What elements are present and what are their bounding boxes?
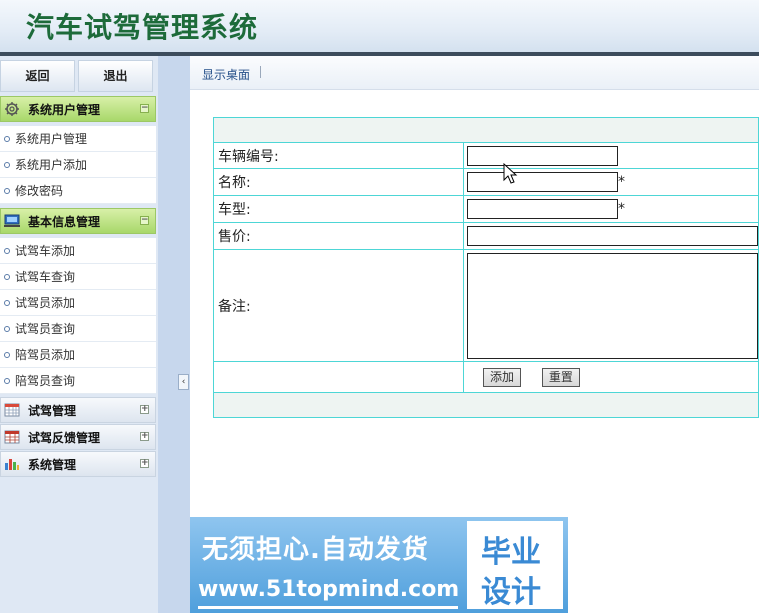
- form-row-name: 名称: *: [213, 168, 759, 196]
- sidebar-splitter[interactable]: [158, 56, 190, 613]
- remark-textarea[interactable]: [467, 253, 758, 359]
- tab-separator: [260, 66, 261, 78]
- tab-show-desktop[interactable]: 显示桌面: [202, 66, 250, 83]
- group-label: 系统用户管理: [28, 103, 101, 117]
- calendar-icon: [4, 403, 20, 417]
- bullet-icon: [4, 188, 10, 194]
- expand-toggle-icon[interactable]: +: [140, 459, 149, 468]
- menu-item-test-driver-add[interactable]: 试驾员添加: [0, 290, 156, 316]
- menu-item-label: 试驾车添加: [15, 244, 76, 258]
- ad-banner[interactable]: 无须担心.自动发货 www.51topmind.com 毕业 设计: [190, 517, 568, 613]
- bullet-icon: [4, 274, 10, 280]
- menu-item-label: 试驾车查询: [15, 270, 76, 284]
- ad-logo-box: 毕业 设计: [467, 521, 563, 610]
- menu-item-change-password[interactable]: 修改密码: [0, 178, 156, 204]
- form-row-remark: 备注:: [213, 249, 759, 362]
- form-header-band: [213, 117, 759, 143]
- gear-icon: [5, 102, 19, 116]
- price-input[interactable]: [467, 226, 758, 246]
- form-row-model: 车型: *: [213, 195, 759, 223]
- form-footer-band: [213, 392, 759, 418]
- sidebar-top-buttons: 返回 退出: [0, 60, 156, 92]
- form-row-price: 售价:: [213, 222, 759, 250]
- group-label: 试驾管理: [28, 404, 77, 418]
- group-label: 试驾反馈管理: [28, 431, 101, 445]
- group-system-manage[interactable]: 系统管理 +: [0, 451, 156, 477]
- group-system-users[interactable]: 系统用户管理 −: [0, 96, 156, 122]
- menu-item-label: 试驾员查询: [15, 322, 76, 336]
- sidebar: 返回 退出 系统用户管理 − 系统用户管理 系统用户添加 修改密码 基本信息管理…: [0, 56, 158, 613]
- menu-item-escort-add[interactable]: 陪驾员添加: [0, 342, 156, 368]
- car-add-form: 车辆编号: 名称: * 车型: * 售价: 备注: 添加 重置: [213, 117, 759, 418]
- app-title: 汽车试驾管理系统: [26, 11, 259, 44]
- group-test-feedback[interactable]: 试驾反馈管理 +: [0, 424, 156, 450]
- app-header: 汽车试驾管理系统: [0, 0, 759, 52]
- menu-item-escort-query[interactable]: 陪驾员查询: [0, 368, 156, 394]
- ad-slogan: 无须担心.自动发货: [202, 535, 429, 565]
- field-label: 名称:: [213, 168, 464, 196]
- table-icon: [4, 430, 20, 444]
- menu-item-label: 系统用户管理: [15, 132, 88, 146]
- name-input[interactable]: [467, 172, 618, 192]
- group-label: 系统管理: [28, 458, 77, 472]
- group-basic-info[interactable]: 基本信息管理 −: [0, 208, 156, 234]
- back-button[interactable]: 返回: [0, 60, 75, 92]
- model-input[interactable]: [467, 199, 618, 219]
- form-row-car-number: 车辆编号:: [213, 142, 759, 169]
- required-mark: *: [618, 174, 625, 190]
- menu-item-system-user-manage[interactable]: 系统用户管理: [0, 126, 156, 152]
- menu-item-test-car-add[interactable]: 试驾车添加: [0, 238, 156, 264]
- menu-item-label: 修改密码: [15, 184, 64, 198]
- bullet-icon: [4, 136, 10, 142]
- collapse-toggle-icon[interactable]: −: [140, 216, 149, 225]
- group-test-drive[interactable]: 试驾管理 +: [0, 397, 156, 423]
- ad-logo-line2: 设计: [481, 575, 541, 610]
- bullet-icon: [4, 248, 10, 254]
- monitor-icon: [4, 214, 20, 227]
- reset-button[interactable]: 重置: [541, 367, 580, 387]
- add-button[interactable]: 添加: [483, 367, 522, 387]
- menu-item-test-car-query[interactable]: 试驾车查询: [0, 264, 156, 290]
- collapse-sidebar-icon[interactable]: ‹: [178, 374, 189, 390]
- bullet-icon: [4, 300, 10, 306]
- tab-bar: 显示桌面: [190, 56, 759, 90]
- collapse-toggle-icon[interactable]: −: [140, 104, 149, 113]
- ad-logo-line1: 毕业: [481, 535, 541, 570]
- exit-button[interactable]: 退出: [78, 60, 153, 92]
- menu-item-label: 陪驾员查询: [15, 374, 76, 388]
- field-label: 车辆编号:: [213, 142, 464, 169]
- menu-item-label: 系统用户添加: [15, 158, 88, 172]
- menu-item-label: 陪驾员添加: [15, 348, 76, 362]
- expand-toggle-icon[interactable]: +: [140, 405, 149, 414]
- menu-item-test-driver-query[interactable]: 试驾员查询: [0, 316, 156, 342]
- menu-item-system-user-add[interactable]: 系统用户添加: [0, 152, 156, 178]
- bullet-icon: [4, 162, 10, 168]
- group-label: 基本信息管理: [28, 215, 101, 229]
- field-label: 售价:: [213, 222, 464, 250]
- field-label: 车型:: [213, 195, 464, 223]
- expand-toggle-icon[interactable]: +: [140, 432, 149, 441]
- chart-icon: [5, 459, 19, 470]
- bullet-icon: [4, 352, 10, 358]
- menu-item-label: 试驾员添加: [15, 296, 76, 310]
- field-label: 备注:: [213, 249, 464, 362]
- mouse-cursor-icon: [503, 163, 518, 184]
- required-mark: *: [618, 201, 625, 217]
- ad-url: www.51topmind.com: [198, 577, 460, 602]
- ad-url-underline: [198, 606, 458, 609]
- bullet-icon: [4, 326, 10, 332]
- form-row-actions: 添加 重置: [213, 361, 759, 393]
- car-number-input[interactable]: [467, 145, 618, 166]
- bullet-icon: [4, 378, 10, 384]
